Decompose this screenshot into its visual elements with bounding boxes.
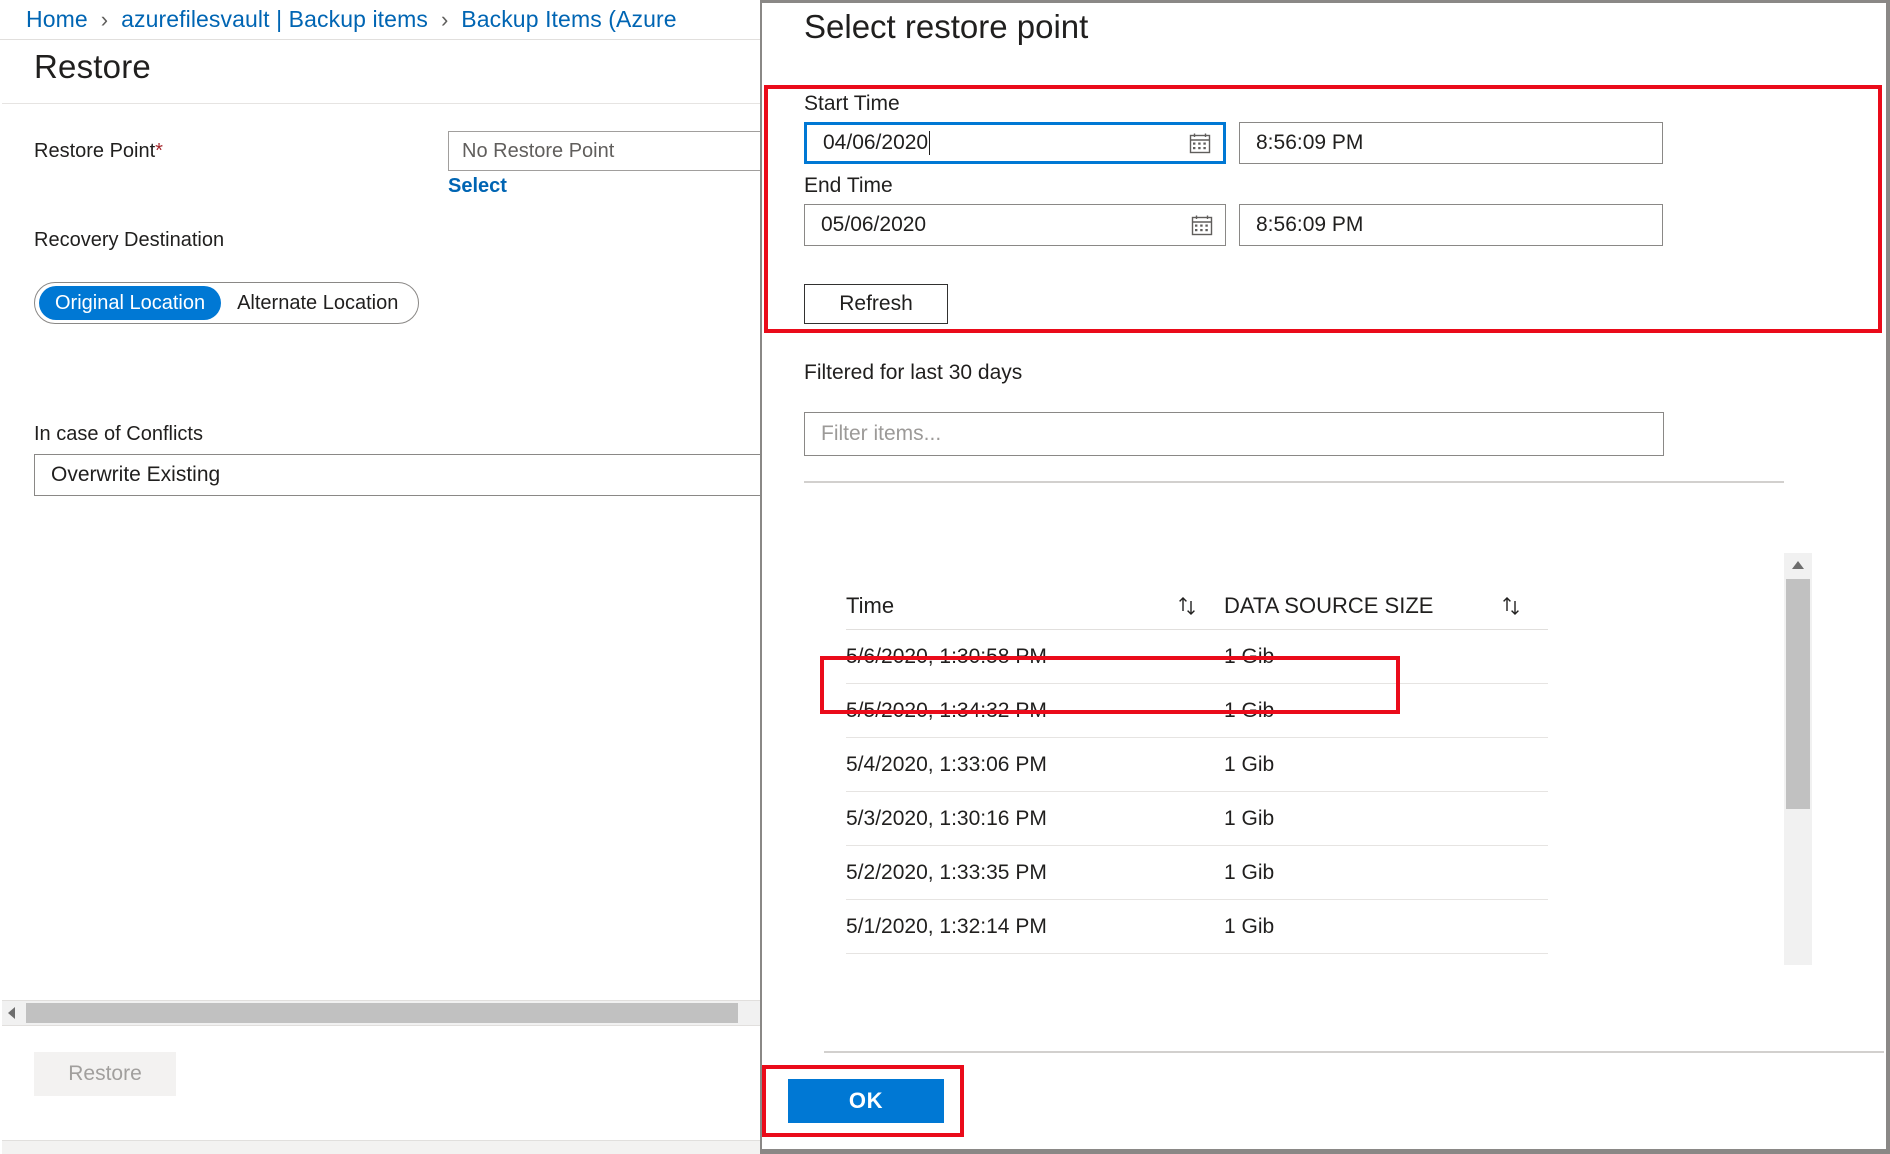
breadcrumb-separator-icon: › <box>101 7 108 33</box>
table-row[interactable]: 5/4/2020, 1:33:06 PM 1 Gib <box>846 738 1548 792</box>
breadcrumb-item-backup-items[interactable]: Backup Items (Azure <box>461 8 676 31</box>
calendar-icon[interactable] <box>1189 132 1211 154</box>
ok-button-label: OK <box>849 1088 883 1114</box>
row-data-source-size: 1 Gib <box>1224 753 1548 777</box>
page-title: Restore <box>34 48 151 86</box>
end-time-date-value: 05/06/2020 <box>821 213 926 237</box>
filter-items-placeholder: Filter items... <box>821 422 941 446</box>
row-data-source-size: 1 Gib <box>1224 861 1548 885</box>
recovery-destination-label: Recovery Destination <box>34 229 224 252</box>
text-cursor <box>929 131 930 155</box>
restore-point-value-text: No Restore Point <box>462 140 614 163</box>
column-header-data-source-size-label: DATA SOURCE SIZE <box>1224 593 1433 619</box>
sort-updown-icon[interactable] <box>1500 593 1526 619</box>
breadcrumb-item-vault[interactable]: azurefilesvault | Backup items <box>121 8 428 31</box>
conflicts-selected-value: Overwrite Existing <box>51 463 220 487</box>
horizontal-scrollbar-thumb[interactable] <box>26 1003 738 1023</box>
end-time-time-value: 8:56:09 PM <box>1256 213 1363 237</box>
vertical-scrollbar-thumb[interactable] <box>1786 579 1810 809</box>
conflicts-label: In case of Conflicts <box>34 423 203 446</box>
row-time: 5/1/2020, 1:32:14 PM <box>846 915 1224 939</box>
column-header-time-label: Time <box>846 593 894 619</box>
end-time-date-input[interactable]: 05/06/2020 <box>804 204 1226 246</box>
column-header-time[interactable]: Time <box>846 593 1224 629</box>
restore-point-value-input[interactable]: No Restore Point <box>448 131 762 171</box>
blade-bottom-strip <box>2 1140 760 1154</box>
select-restore-point-link[interactable]: Select <box>448 175 507 198</box>
conflicts-select[interactable]: Overwrite Existing <box>34 454 762 496</box>
start-time-time-value: 8:56:09 PM <box>1256 131 1363 155</box>
recovery-destination-option-alternate[interactable]: Alternate Location <box>221 286 414 320</box>
scroll-up-arrow-icon[interactable] <box>1784 553 1812 577</box>
end-time-label: End Time <box>804 174 893 198</box>
column-header-data-source-size[interactable]: DATA SOURCE SIZE <box>1224 593 1548 629</box>
select-restore-point-panel: Select restore point Start Time 04/06/20… <box>762 0 1890 1154</box>
restore-points-table: Time DATA SOURCE SIZE <box>846 571 1548 954</box>
azure-portal-screenshot: Home › azurefilesvault | Backup items › … <box>0 0 1890 1154</box>
required-asterisk: * <box>155 140 163 162</box>
restore-button-label: Restore <box>68 1062 142 1086</box>
breadcrumb: Home › azurefilesvault | Backup items › … <box>0 0 762 40</box>
row-time: 5/4/2020, 1:33:06 PM <box>846 753 1224 777</box>
row-time: 5/2/2020, 1:33:35 PM <box>846 861 1224 885</box>
calendar-icon[interactable] <box>1191 214 1213 236</box>
row-time: 5/3/2020, 1:30:16 PM <box>846 807 1224 831</box>
table-row[interactable]: 5/5/2020, 1:34:32 PM 1 Gib <box>846 684 1548 738</box>
row-data-source-size: 1 Gib <box>1224 807 1548 831</box>
end-time-time-input[interactable]: 8:56:09 PM <box>1239 204 1663 246</box>
filter-note: Filtered for last 30 days <box>804 361 1022 385</box>
ok-button[interactable]: OK <box>788 1079 944 1123</box>
table-row[interactable]: 5/3/2020, 1:30:16 PM 1 Gib <box>846 792 1548 846</box>
horizontal-scrollbar[interactable] <box>2 1000 760 1026</box>
row-time: 5/5/2020, 1:34:32 PM <box>846 699 1224 723</box>
panel-title: Select restore point <box>804 8 1088 46</box>
sort-updown-icon[interactable] <box>1176 593 1202 619</box>
restore-button[interactable]: Restore <box>34 1052 176 1096</box>
row-data-source-size: 1 Gib <box>1224 699 1548 723</box>
recovery-destination-toggle[interactable]: Original Location Alternate Location <box>34 282 419 324</box>
restore-blade: Home › azurefilesvault | Backup items › … <box>0 0 762 1154</box>
list-top-divider <box>804 481 1784 483</box>
panel-bottom-strip <box>762 1149 1886 1154</box>
row-data-source-size: 1 Gib <box>1224 915 1548 939</box>
start-time-date-input[interactable]: 04/06/2020 <box>804 122 1226 164</box>
start-time-time-input[interactable]: 8:56:09 PM <box>1239 122 1663 164</box>
table-row[interactable]: 5/1/2020, 1:32:14 PM 1 Gib <box>846 900 1548 954</box>
footer-divider <box>824 1051 1884 1053</box>
filter-items-input[interactable]: Filter items... <box>804 412 1664 456</box>
restore-point-label: Restore Point* <box>34 140 163 163</box>
refresh-button-label: Refresh <box>839 292 913 316</box>
restore-point-label-text: Restore Point <box>34 140 155 162</box>
row-time: 5/6/2020, 1:30:58 PM <box>846 645 1224 669</box>
list-vertical-scrollbar[interactable] <box>1784 553 1812 965</box>
recovery-destination-option-original[interactable]: Original Location <box>39 286 221 320</box>
start-time-date-value: 04/06/2020 <box>823 131 928 155</box>
refresh-button[interactable]: Refresh <box>804 284 948 324</box>
breadcrumb-item-home[interactable]: Home <box>26 8 88 31</box>
row-data-source-size: 1 Gib <box>1224 645 1548 669</box>
breadcrumb-separator-icon: › <box>441 7 448 33</box>
table-row[interactable]: 5/6/2020, 1:30:58 PM 1 Gib <box>846 630 1548 684</box>
table-header-row: Time DATA SOURCE SIZE <box>846 571 1548 630</box>
scroll-left-arrow-icon[interactable] <box>2 1001 22 1025</box>
table-row[interactable]: 5/2/2020, 1:33:35 PM 1 Gib <box>846 846 1548 900</box>
start-time-label: Start Time <box>804 92 900 116</box>
